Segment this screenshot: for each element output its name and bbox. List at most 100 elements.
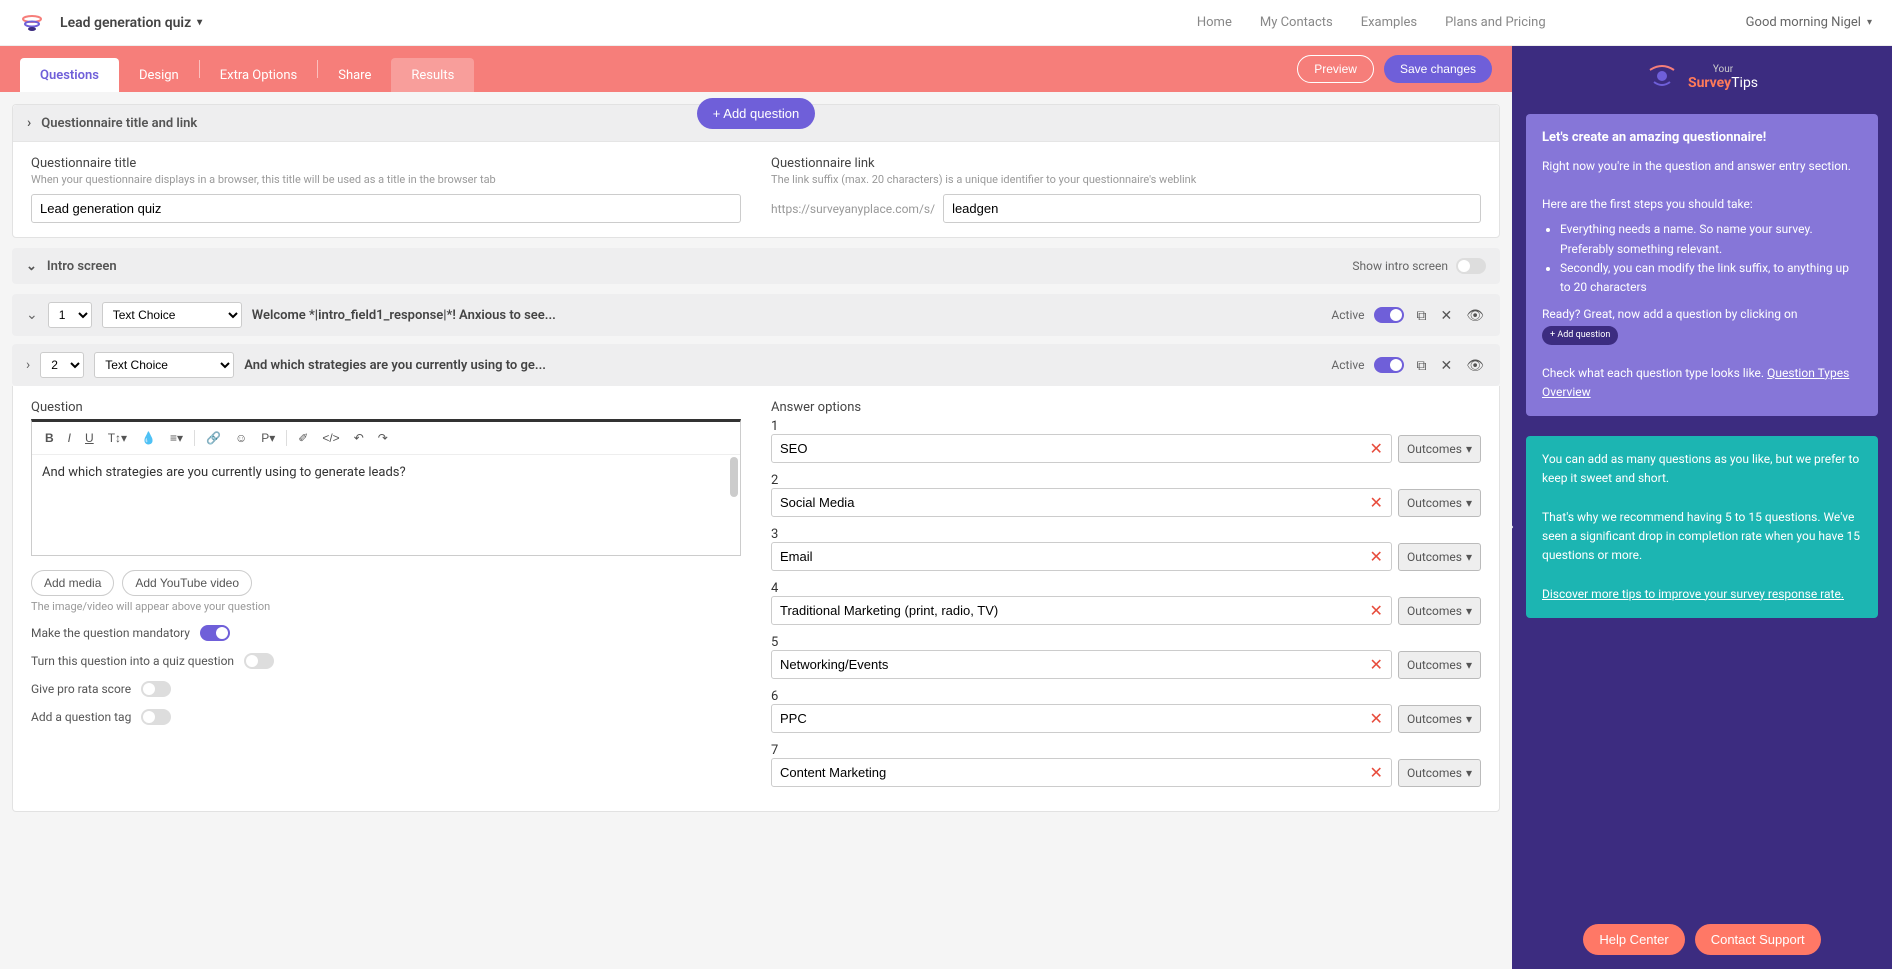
chevron-down-icon: ▾ <box>1867 17 1872 28</box>
paragraph-icon[interactable]: P▾ <box>256 428 280 448</box>
delete-icon[interactable]: ✕ <box>1438 305 1454 326</box>
italic-icon[interactable]: I <box>63 428 76 448</box>
preview-icon[interactable]: 👁 <box>1464 355 1486 376</box>
expand-icon[interactable]: › <box>26 357 30 373</box>
preview-button[interactable]: Preview <box>1297 55 1374 83</box>
underline-icon[interactable]: U <box>80 428 99 448</box>
tab-questions[interactable]: Questions <box>20 58 119 92</box>
question-text-editor[interactable]: And which strategies are you currently u… <box>32 455 740 555</box>
answer-input[interactable] <box>772 651 1362 678</box>
tip-text: Ready? Great, now add a question by clic… <box>1542 305 1862 345</box>
answer-input[interactable] <box>772 435 1362 462</box>
collapse-icon[interactable]: ⌄ <box>26 259 37 274</box>
outcomes-dropdown[interactable]: Outcomes ▾ <box>1398 651 1481 679</box>
chevron-down-icon: ▾ <box>1466 766 1472 780</box>
tab-share[interactable]: Share <box>318 58 391 92</box>
show-intro-toggle[interactable] <box>1456 258 1486 274</box>
prorata-toggle[interactable] <box>141 681 171 697</box>
link-prefix: https://surveyanyplace.com/s/ <box>771 202 935 216</box>
remove-answer-icon[interactable]: ✕ <box>1362 439 1391 458</box>
question-title: Welcome *|intro_field1_response|*! Anxio… <box>252 308 556 323</box>
chevron-down-icon: ▾ <box>197 17 202 28</box>
remove-answer-icon[interactable]: ✕ <box>1362 655 1391 674</box>
show-intro-label: Show intro screen <box>1352 259 1448 273</box>
outcomes-dropdown[interactable]: Outcomes ▾ <box>1398 705 1481 733</box>
tag-toggle[interactable] <box>141 709 171 725</box>
title-label: Questionnaire title <box>31 156 741 171</box>
remove-answer-icon[interactable]: ✕ <box>1362 763 1391 782</box>
tip-text: That's why we recommend having 5 to 15 q… <box>1542 508 1862 566</box>
scrollbar[interactable] <box>730 457 738 497</box>
tab-extra-options[interactable]: Extra Options <box>200 58 318 92</box>
answer-input[interactable] <box>772 597 1362 624</box>
outcomes-dropdown[interactable]: Outcomes ▾ <box>1398 543 1481 571</box>
outcomes-dropdown[interactable]: Outcomes ▾ <box>1398 597 1481 625</box>
quiz-label: Turn this question into a quiz question <box>31 654 234 668</box>
answer-input[interactable] <box>772 759 1362 786</box>
expand-icon[interactable]: › <box>27 115 31 131</box>
outcomes-dropdown[interactable]: Outcomes ▾ <box>1398 435 1481 463</box>
align-icon[interactable]: ≡▾ <box>165 428 188 448</box>
copy-icon[interactable]: ⧉ <box>1414 355 1428 376</box>
tab-design[interactable]: Design <box>119 58 199 92</box>
remove-answer-icon[interactable]: ✕ <box>1362 601 1391 620</box>
user-menu[interactable]: Good morning Nigel ▾ <box>1746 15 1872 30</box>
remove-answer-icon[interactable]: ✕ <box>1362 493 1391 512</box>
emoji-icon[interactable]: ☺ <box>230 428 252 448</box>
help-center-button[interactable]: Help Center <box>1583 924 1684 955</box>
link-suffix-input[interactable] <box>943 194 1481 223</box>
link-icon[interactable]: 🔗 <box>201 428 226 448</box>
tab-results[interactable]: Results <box>391 58 474 92</box>
tips-logo-text: Your SurveyTips <box>1688 65 1758 91</box>
code-icon[interactable]: </> <box>317 428 344 448</box>
delete-icon[interactable]: ✕ <box>1438 355 1454 376</box>
add-youtube-button[interactable]: Add YouTube video <box>122 570 252 596</box>
remove-answer-icon[interactable]: ✕ <box>1362 709 1391 728</box>
add-question-button[interactable]: + Add question <box>697 98 815 129</box>
tip-text: Right now you're in the question and ans… <box>1542 157 1862 176</box>
nav-contacts[interactable]: My Contacts <box>1260 15 1333 30</box>
undo-icon[interactable]: ↶ <box>349 428 369 448</box>
collapse-icon[interactable]: ⌄ <box>26 307 38 323</box>
contact-support-button[interactable]: Contact Support <box>1695 924 1821 955</box>
color-icon[interactable]: 💧 <box>136 428 161 448</box>
questionnaire-title-input[interactable] <box>31 194 741 223</box>
remove-answer-icon[interactable]: ✕ <box>1362 547 1391 566</box>
preview-icon[interactable]: 👁 <box>1464 305 1486 326</box>
prorata-label: Give pro rata score <box>31 682 131 696</box>
link-hint: The link suffix (max. 20 characters) is … <box>771 173 1481 186</box>
link-label: Questionnaire link <box>771 156 1481 171</box>
question-label: Question <box>31 400 741 415</box>
answer-number: 6 <box>771 689 1481 704</box>
active-toggle[interactable] <box>1374 307 1404 323</box>
response-rate-tips-link[interactable]: Discover more tips to improve your surve… <box>1542 587 1844 601</box>
survey-title-dropdown[interactable]: Lead generation quiz ▾ <box>60 15 202 31</box>
outcomes-dropdown[interactable]: Outcomes ▾ <box>1398 759 1481 787</box>
greeting-text: Good morning Nigel <box>1746 15 1861 30</box>
outcomes-dropdown[interactable]: Outcomes ▾ <box>1398 489 1481 517</box>
copy-icon[interactable]: ⧉ <box>1414 305 1428 326</box>
mandatory-toggle[interactable] <box>200 625 230 641</box>
question-type-select[interactable]: Text Choice <box>102 302 242 328</box>
save-button[interactable]: Save changes <box>1384 55 1492 83</box>
question-number-select[interactable]: 2 <box>40 352 84 378</box>
bold-icon[interactable]: B <box>40 428 59 448</box>
font-size-icon[interactable]: T↕▾ <box>103 428 132 448</box>
nav-plans[interactable]: Plans and Pricing <box>1445 15 1546 30</box>
collapse-sidebar-icon[interactable]: › <box>1512 508 1518 548</box>
active-toggle[interactable] <box>1374 357 1404 373</box>
redo-icon[interactable]: ↷ <box>373 428 393 448</box>
chevron-down-icon: ▾ <box>1466 496 1472 510</box>
nav-home[interactable]: Home <box>1197 15 1232 30</box>
answer-input[interactable] <box>772 705 1362 732</box>
answer-input[interactable] <box>772 543 1362 570</box>
question-type-select[interactable]: Text Choice <box>94 352 234 378</box>
nav-examples[interactable]: Examples <box>1361 15 1417 30</box>
question-number-select[interactable]: 1 <box>48 302 92 328</box>
quiz-toggle[interactable] <box>244 653 274 669</box>
add-media-button[interactable]: Add media <box>31 570 114 596</box>
answer-input[interactable] <box>772 489 1362 516</box>
panel-title: Questionnaire title and link <box>41 116 197 131</box>
clear-format-icon[interactable]: ✐ <box>293 428 313 448</box>
tip-heading: Let's create an amazing questionnaire! <box>1542 128 1862 149</box>
